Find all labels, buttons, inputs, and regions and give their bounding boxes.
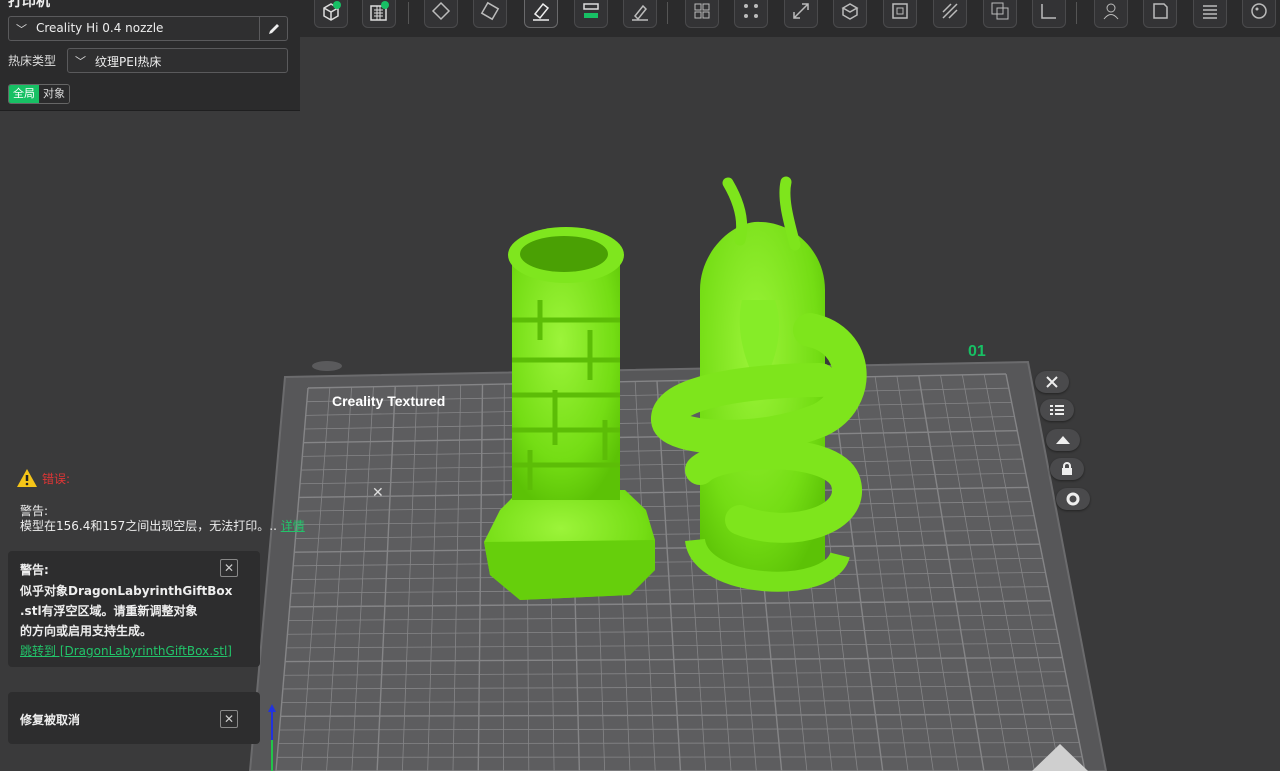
warning-line-3: 的方向或启用支持生成。 [20,624,153,638]
close-icon[interactable]: ✕ [220,559,238,577]
plate-label: Creality Textured [332,393,445,409]
lock-icon[interactable] [1050,458,1084,480]
jump-to-object-link[interactable]: 跳转到 [DragonLabyrinthGiftBox.stl] [20,642,232,659]
warning-line-1: 似乎对象DragonLabyrinthGiftBox [20,584,233,598]
repair-cancelled-text: 修复被取消 [20,713,81,727]
edit-icon[interactable] [259,17,287,40]
add-object-icon[interactable] [314,0,348,28]
plate-grid-line [277,756,1083,758]
close-icon[interactable]: ✕ [220,710,238,728]
scale-icon[interactable] [784,0,818,28]
arrange-icon[interactable] [424,0,458,28]
assembly-icon[interactable] [1094,0,1128,28]
printer-header: 打印机 [8,0,50,10]
scope-object-tab[interactable]: 对象 [39,85,69,103]
add-plate-icon[interactable] [362,0,396,28]
repair-cancelled-notification: ✕ 修复被取消 [8,692,260,744]
split-icon[interactable] [574,0,608,28]
close-icon[interactable]: ✕ [372,485,384,501]
chevron-down-icon: ﹀ [16,23,27,36]
erase-icon[interactable] [524,0,558,28]
settings-icon[interactable] [1056,488,1090,510]
layout-grid-icon[interactable] [685,0,719,28]
error-notification: 错误: 警告: 模型在156.4和157之间出现空层，无法打印。.. 详情 [8,456,305,536]
error-label: 错误: [42,471,71,486]
plate-number: 01 [968,343,986,360]
list-icon[interactable] [1040,399,1074,421]
chevron-down-icon: ﹀ [75,55,86,68]
printer-preset-value: Creality Hi 0.4 nozzle [36,21,164,35]
printer-preset-select[interactable]: ﹀ Creality Hi 0.4 nozzle [8,16,288,41]
close-icon[interactable] [1035,371,1069,393]
warning-line-2: .stl有浮空区域。请重新调整对象 [20,604,198,618]
error-message: 模型在156.4和157之间出现空层，无法打印。.. 详情 [20,519,305,533]
support-paint-icon[interactable] [623,0,657,28]
bed-type-select[interactable]: ﹀ 纹理PEI热床 [67,48,288,73]
cut-icon[interactable] [833,0,867,28]
warning-icon [17,469,37,487]
hollow-icon[interactable] [883,0,917,28]
auto-orient-icon[interactable] [1046,429,1080,451]
error-details-link[interactable]: 详情 [281,519,305,533]
warning-notification: ✕ 警告: 似乎对象DragonLabyrinthGiftBox .stl有浮空… [8,551,260,667]
scope-global-tab[interactable]: 全局 [9,85,39,103]
warning-title: 警告: [20,563,49,577]
scope-toggle: 全局 对象 [8,84,70,104]
measure-icon[interactable] [1032,0,1066,28]
bed-type-label: 热床类型 [8,54,57,68]
axis-gizmo [268,704,276,771]
printer-panel: 打印机 ﹀ Creality Hi 0.4 nozzle 热床类型 ﹀ 纹理PE… [0,0,300,111]
top-toolbar [300,0,1280,37]
layout-dots-icon[interactable] [734,0,768,28]
layers-icon[interactable] [1193,0,1227,28]
orient-icon[interactable] [473,0,507,28]
boolean-icon[interactable] [983,0,1017,28]
bed-type-value: 纹理PEI热床 [95,55,162,69]
color-paint-icon[interactable] [1242,0,1276,28]
seam-icon[interactable] [933,0,967,28]
emboss-icon[interactable] [1143,0,1177,28]
